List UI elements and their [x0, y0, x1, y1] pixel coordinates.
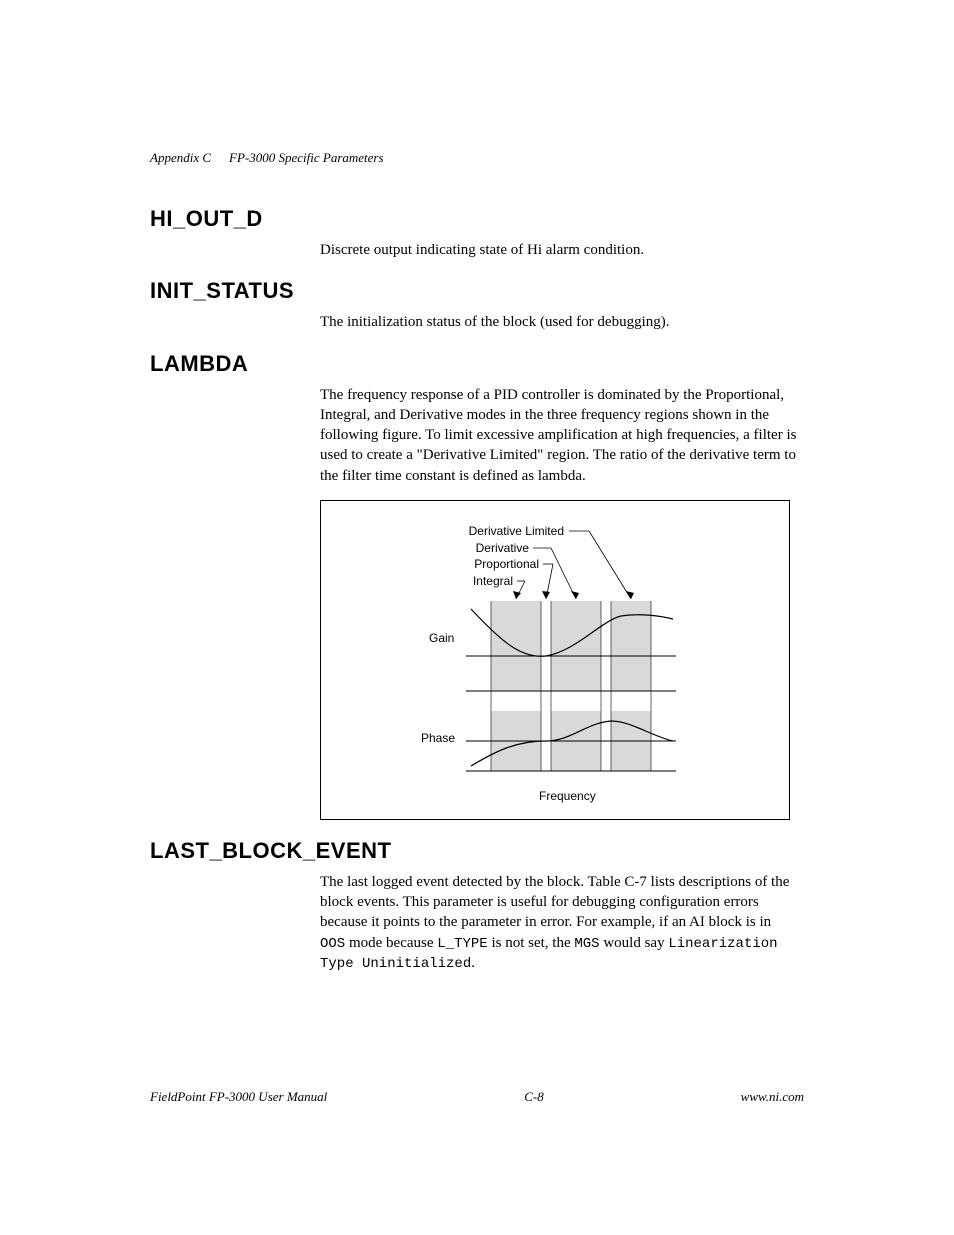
figure-label-proportional: Proportional [474, 557, 539, 571]
lbe-mid3: would say [600, 935, 669, 951]
lbe-mid1: mode because [345, 935, 437, 951]
lbe-mid2: is not set, the [488, 935, 575, 951]
figure-svg [321, 501, 789, 819]
figure-label-derivative: Derivative [476, 541, 529, 555]
lambda-figure: Derivative Limited Derivative Proportion… [320, 500, 790, 820]
body-last-block-event: The last logged event detected by the bl… [320, 872, 800, 975]
page-footer: FieldPoint FP-3000 User Manual C-8 www.n… [150, 1089, 804, 1105]
lbe-code-mgs: MGS [574, 936, 599, 952]
heading-lambda: LAMBDA [150, 351, 804, 377]
lbe-pre: The last logged event detected by the bl… [320, 874, 789, 931]
heading-init-status: INIT_STATUS [150, 278, 804, 304]
lbe-code-oos: OOS [320, 936, 345, 952]
body-init-status: The initialization status of the block (… [320, 312, 800, 332]
header-title: FP-3000 Specific Parameters [229, 150, 384, 165]
body-lambda: The frequency response of a PID controll… [320, 385, 800, 486]
heading-hi-out-d: HI_OUT_D [150, 206, 804, 232]
footer-right: www.ni.com [741, 1089, 804, 1105]
figure-axis-gain: Gain [429, 631, 454, 645]
page-root: Appendix C FP-3000 Specific Parameters HI… [0, 0, 954, 1235]
running-header: Appendix C FP-3000 Specific Parameters [150, 150, 804, 166]
figure-label-integral: Integral [473, 574, 513, 588]
footer-left: FieldPoint FP-3000 User Manual [150, 1089, 327, 1105]
heading-last-block-event: LAST_BLOCK_EVENT [150, 838, 804, 864]
lbe-end: . [471, 955, 475, 971]
body-hi-out-d: Discrete output indicating state of Hi a… [320, 240, 800, 260]
figure-label-derivative-limited: Derivative Limited [469, 524, 564, 538]
figure-axis-phase: Phase [421, 731, 455, 745]
header-appendix: Appendix C [150, 150, 211, 165]
lbe-code-ltype: L_TYPE [437, 936, 487, 952]
figure-axis-frequency: Frequency [539, 789, 596, 803]
footer-center: C-8 [524, 1089, 544, 1105]
